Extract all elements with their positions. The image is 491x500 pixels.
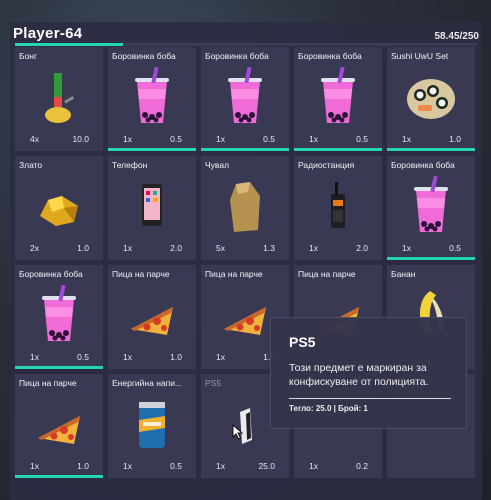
boba-tea-icon — [127, 66, 177, 127]
slot-weight: 1.0 — [77, 243, 89, 253]
slot-durability-bar — [294, 148, 382, 151]
slot-weight: 0.5 — [263, 134, 275, 144]
inventory-slot[interactable]: Боровинка боба 1x 0.5 — [15, 265, 103, 369]
radio-icon — [313, 176, 363, 236]
slot-item-name: Пица на парче — [112, 269, 170, 279]
slot-durability-bar — [15, 366, 103, 369]
slot-item-name: Боровинка боба — [205, 51, 269, 61]
slot-count: 1x — [309, 461, 318, 471]
inventory-slot[interactable]: Чувал 5x 1.3 — [201, 156, 289, 260]
gold-icon — [34, 176, 84, 236]
slot-count: 1x — [309, 243, 318, 253]
inventory-slot[interactable]: Енергийна напи... 1x 0.5 — [108, 374, 196, 478]
tooltip-title: PS5 — [289, 334, 316, 350]
slot-item-name: Боровинка боба — [112, 51, 176, 61]
inventory-slot[interactable]: Боровинка боба 1x 0.5 — [387, 156, 475, 260]
inventory-slot[interactable]: Радиостанция 1x 2.0 — [294, 156, 382, 260]
slot-item-name: Пица на парче — [298, 269, 356, 279]
slot-durability-bar — [387, 148, 475, 151]
inventory-slot[interactable]: Боровинка боба 1x 0.5 — [201, 47, 289, 151]
slot-weight: 1.0 — [449, 134, 461, 144]
slot-count: 1x — [216, 461, 225, 471]
inventory-slot[interactable]: Злато 2x 1.0 — [15, 156, 103, 260]
slot-weight: 2.0 — [356, 243, 368, 253]
ps5-icon — [220, 394, 270, 454]
sack-icon — [220, 176, 270, 236]
pizza-slice-icon — [34, 394, 84, 454]
slot-count: 1x — [123, 243, 132, 253]
slot-weight: 0.5 — [170, 134, 182, 144]
tooltip-divider — [289, 398, 451, 399]
slot-count: 1x — [30, 461, 39, 471]
slot-count: 1x — [123, 352, 132, 362]
inventory-slot[interactable]: Боровинка боба 1x 0.5 — [108, 47, 196, 151]
slot-item-name: Sushi UwU Set — [391, 51, 449, 61]
slot-item-name: Боровинка боба — [391, 160, 455, 170]
inventory-slot[interactable]: Телефон 1x 2.0 — [108, 156, 196, 260]
slot-count: 2x — [30, 243, 39, 253]
slot-item-name: Банан — [391, 269, 416, 279]
slot-count: 1x — [30, 352, 39, 362]
slot-weight: 1.0 — [170, 352, 182, 362]
slot-item-name: Чувал — [205, 160, 230, 170]
boba-tea-icon — [34, 284, 84, 345]
weight-readout: 58.45/250 — [434, 31, 480, 42]
slot-weight: 0.2 — [356, 461, 368, 471]
slot-count: 5x — [216, 243, 225, 253]
slot-durability-bar — [201, 148, 289, 151]
slot-item-name: Пица на парче — [205, 269, 263, 279]
inventory-slot[interactable]: Пица на парче 1x 1.0 — [108, 265, 196, 369]
slot-durability-bar — [108, 148, 196, 151]
slot-item-name: Боровинка боба — [298, 51, 362, 61]
weight-bar — [15, 43, 477, 46]
slot-item-name: Боровинка боба — [19, 269, 83, 279]
slot-weight: 0.5 — [170, 461, 182, 471]
boba-tea-icon — [220, 66, 270, 127]
tooltip-description: Този предмет е маркиран за конфискуване … — [289, 362, 429, 388]
sushi-set-icon — [406, 67, 456, 127]
slot-item-name: Телефон — [112, 160, 148, 170]
slot-durability-bar — [387, 257, 475, 260]
slot-weight: 10.0 — [72, 134, 89, 144]
slot-item-name: Бонг — [19, 51, 38, 61]
slot-item-name: Злато — [19, 160, 43, 170]
slot-weight: 0.5 — [77, 352, 89, 362]
slot-count: 4x — [30, 134, 39, 144]
slot-count: 1x — [216, 134, 225, 144]
weight-bar-fill — [15, 43, 123, 46]
boba-tea-icon — [406, 175, 456, 236]
pizza-slice-icon — [127, 285, 177, 345]
slot-weight: 0.5 — [356, 134, 368, 144]
phone-icon — [127, 176, 177, 236]
slot-count: 1x — [123, 461, 132, 471]
item-tooltip: PS5 Този предмет е маркиран за конфискув… — [270, 317, 467, 429]
slot-weight: 1.3 — [263, 243, 275, 253]
slot-weight: 2.0 — [170, 243, 182, 253]
mouse-cursor-icon — [232, 424, 244, 440]
slot-weight: 0.5 — [449, 243, 461, 253]
slot-weight: 1.0 — [77, 461, 89, 471]
boba-tea-icon — [313, 66, 363, 127]
slot-item-name: Енергийна напи... — [112, 378, 183, 388]
slot-weight: 25.0 — [258, 461, 275, 471]
slot-count: 1x — [309, 134, 318, 144]
inventory-slot[interactable]: Боровинка боба 1x 0.5 — [294, 47, 382, 151]
inventory-slot[interactable]: Бонг 4x 10.0 — [15, 47, 103, 151]
slot-count: 1x — [402, 134, 411, 144]
slot-item-name: PS5 — [205, 378, 222, 388]
slot-item-name: Пица на парче — [19, 378, 77, 388]
slot-count: 1x — [123, 134, 132, 144]
player-title: Player-64 — [13, 25, 83, 42]
slot-count: 1x — [402, 243, 411, 253]
tooltip-meta: Тегло: 25.0 | Брой: 1 — [289, 404, 368, 413]
slot-count: 1x — [216, 352, 225, 362]
inventory-slot[interactable]: Пица на парче 1x 1.0 — [15, 374, 103, 478]
energy-drink-icon — [127, 394, 177, 454]
slot-durability-bar — [15, 475, 103, 478]
inventory-slot[interactable]: Sushi UwU Set 1x 1.0 — [387, 47, 475, 151]
slot-item-name: Радиостанция — [298, 160, 355, 170]
bong-icon — [34, 67, 84, 127]
pizza-slice-icon — [220, 285, 270, 345]
